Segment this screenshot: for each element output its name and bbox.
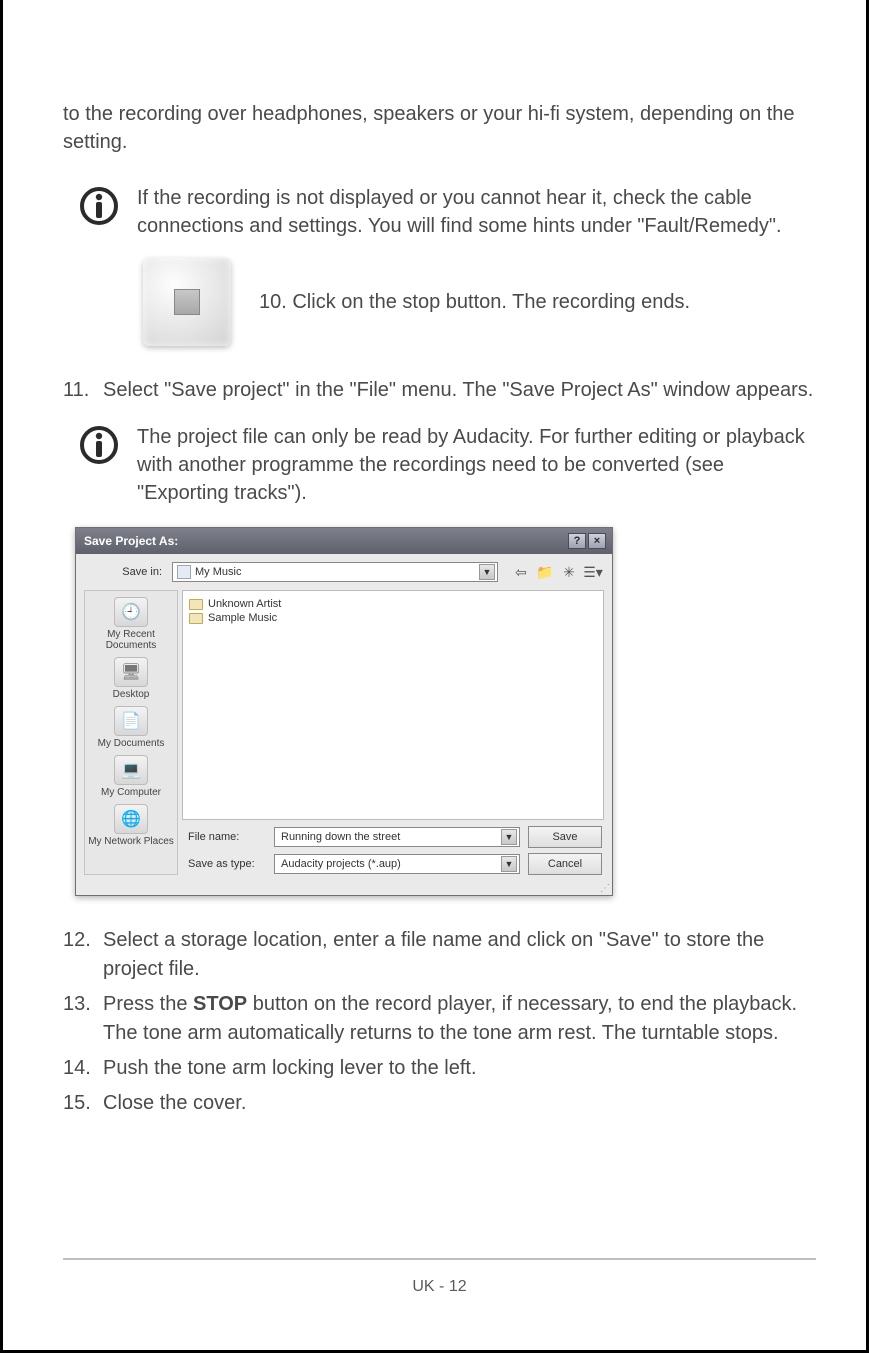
place-my-computer[interactable]: 💻 My Computer — [101, 755, 161, 798]
text-fragment: Press the — [103, 993, 193, 1015]
place-label: Desktop — [113, 689, 150, 700]
footer-divider — [63, 1258, 816, 1260]
step-number: 13. — [63, 990, 97, 1048]
desktop-icon: 🖥 — [114, 657, 148, 687]
recent-icon: 🕘 — [114, 597, 148, 627]
save-as-type-label: Save as type: — [184, 858, 266, 870]
folder-icon — [189, 613, 203, 624]
filename-value: Running down the street — [281, 831, 400, 843]
save-in-dropdown[interactable]: My Music ▼ — [172, 562, 498, 582]
step-number: 12. — [63, 926, 97, 984]
bold-text: STOP — [193, 993, 247, 1015]
cancel-button[interactable]: Cancel — [528, 853, 602, 875]
step-number: 15. — [63, 1089, 97, 1118]
filename-input[interactable]: Running down the street ▼ — [274, 827, 520, 847]
stop-step-row: 10. Click on the stop button. The record… — [143, 258, 816, 346]
help-button[interactable]: ? — [568, 533, 586, 549]
info-icon — [79, 186, 119, 226]
step-text: Press the STOP button on the record play… — [103, 990, 816, 1048]
step-11: 11. Select "Save project" in the "File" … — [63, 376, 816, 405]
info-box-2: The project file can only be read by Aud… — [79, 423, 816, 507]
close-button[interactable]: × — [588, 533, 606, 549]
stop-icon — [174, 289, 200, 315]
chevron-down-icon[interactable]: ▼ — [501, 856, 517, 872]
place-my-network[interactable]: 🌐 My Network Places — [88, 804, 174, 847]
list-item[interactable]: Unknown Artist — [189, 597, 597, 611]
step-text: Select a storage location, enter a file … — [103, 926, 816, 984]
place-label: My Computer — [101, 787, 161, 798]
filename-label: File name: — [184, 831, 266, 843]
step-text: Close the cover. — [103, 1089, 816, 1118]
view-menu-icon[interactable]: ☰▾ — [584, 563, 602, 581]
save-button[interactable]: Save — [528, 826, 602, 848]
folder-music-icon — [177, 565, 191, 579]
place-recent[interactable]: 🕘 My Recent Documents — [87, 597, 175, 651]
list-item[interactable]: Sample Music — [189, 611, 597, 625]
save-project-dialog: Save Project As: ? × Save in: My Music ▼… — [75, 527, 613, 896]
network-icon: 🌐 — [114, 804, 148, 834]
folder-icon — [189, 599, 203, 610]
step-number: 14. — [63, 1054, 97, 1083]
up-folder-icon[interactable]: 📁 — [536, 563, 554, 581]
intro-paragraph: to the recording over headphones, speake… — [63, 100, 816, 156]
computer-icon: 💻 — [114, 755, 148, 785]
place-my-documents[interactable]: 📄 My Documents — [98, 706, 165, 749]
step-14: 14. Push the tone arm locking lever to t… — [63, 1054, 816, 1083]
chevron-down-icon[interactable]: ▼ — [501, 829, 517, 845]
step-text: Select "Save project" in the "File" menu… — [103, 376, 816, 405]
save-in-label: Save in: — [86, 566, 166, 578]
place-label: My Network Places — [88, 836, 174, 847]
new-folder-icon[interactable]: ✳ — [560, 563, 578, 581]
file-list-pane[interactable]: Unknown Artist Sample Music — [182, 590, 604, 820]
save-as-type-value: Audacity projects (*.aup) — [281, 858, 401, 870]
stop-button-image — [143, 258, 231, 346]
page-number: UK - 12 — [63, 1278, 816, 1296]
step-15: 15. Close the cover. — [63, 1089, 816, 1118]
place-label: My Documents — [98, 738, 165, 749]
step-number: 11. — [63, 376, 97, 405]
documents-icon: 📄 — [114, 706, 148, 736]
resize-grip[interactable]: ⋰ — [76, 885, 612, 895]
info-icon — [79, 425, 119, 465]
file-name: Sample Music — [208, 612, 277, 624]
info-box-1: If the recording is not displayed or you… — [79, 184, 816, 240]
place-label: My Recent Documents — [87, 629, 175, 651]
places-bar: 🕘 My Recent Documents 🖥 Desktop 📄 My Doc… — [84, 590, 178, 875]
place-desktop[interactable]: 🖥 Desktop — [113, 657, 150, 700]
step-text: Push the tone arm locking lever to the l… — [103, 1054, 816, 1083]
step-10-text: 10. Click on the stop button. The record… — [259, 288, 690, 316]
file-name: Unknown Artist — [208, 598, 281, 610]
step-12: 12. Select a storage location, enter a f… — [63, 926, 816, 984]
dialog-titlebar: Save Project As: ? × — [76, 528, 612, 554]
step-13: 13. Press the STOP button on the record … — [63, 990, 816, 1048]
dialog-title: Save Project As: — [84, 534, 178, 548]
save-as-type-dropdown[interactable]: Audacity projects (*.aup) ▼ — [274, 854, 520, 874]
info-text-1: If the recording is not displayed or you… — [137, 184, 816, 240]
info-text-2: The project file can only be read by Aud… — [137, 423, 816, 507]
back-icon[interactable]: ⇦ — [512, 563, 530, 581]
save-in-value: My Music — [195, 566, 241, 578]
chevron-down-icon[interactable]: ▼ — [479, 564, 495, 580]
